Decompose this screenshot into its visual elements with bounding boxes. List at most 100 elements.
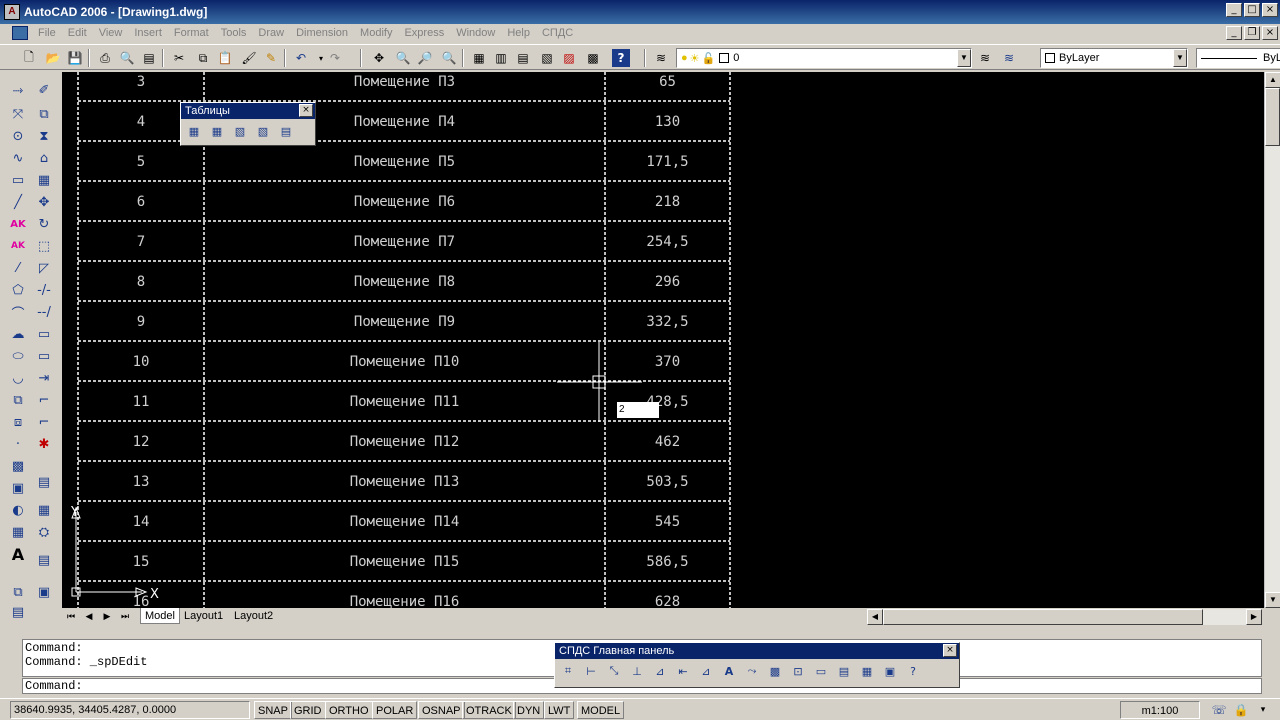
- hatch-icon[interactable]: ▩: [8, 456, 28, 476]
- table-cell-name[interactable]: Помещение П14: [350, 514, 460, 530]
- table-cell-name[interactable]: Помещение П3: [354, 74, 455, 90]
- table-cell-number[interactable]: 3: [137, 74, 145, 90]
- doc-minimize-button[interactable]: _: [1226, 26, 1242, 40]
- menu-window[interactable]: Window: [450, 27, 501, 39]
- make-block-icon[interactable]: ⧈: [8, 412, 28, 432]
- polyline-icon[interactable]: ⊙: [8, 126, 28, 146]
- print-preview-icon[interactable]: 🔍: [118, 49, 136, 67]
- table-cell-number[interactable]: 5: [137, 154, 145, 170]
- table-cell-value[interactable]: 218: [655, 194, 680, 210]
- table-cell-name[interactable]: Помещение П12: [350, 434, 460, 450]
- table-edit-icon[interactable]: ▦: [208, 122, 226, 140]
- spds-mark-icon[interactable]: ⛭: [34, 522, 54, 542]
- spds-toolbar-title[interactable]: СПДС Главная панель ×: [555, 643, 959, 659]
- table-cell-value[interactable]: 628: [655, 594, 680, 608]
- polar-toggle[interactable]: POLAR: [372, 701, 418, 719]
- table-icon[interactable]: ▦: [8, 522, 28, 542]
- calculator-icon[interactable]: ▩: [584, 49, 602, 67]
- drawing-area[interactable]: 3 Помещение П3 65 4 Помещение П4 130 5 Помещени…: [62, 72, 1264, 608]
- gradient-icon[interactable]: ▣: [8, 478, 28, 498]
- menu-edit[interactable]: Edit: [62, 27, 93, 39]
- rectangle-icon[interactable]: ▭: [8, 170, 28, 190]
- stamp-icon[interactable]: ▦: [858, 662, 876, 680]
- scroll-down-button[interactable]: ▼: [1265, 592, 1280, 608]
- status-menu-icon[interactable]: ▾: [1254, 701, 1272, 719]
- doc-restore-button[interactable]: ❐: [1244, 26, 1260, 40]
- break-line-icon[interactable]: ⤳: [743, 662, 761, 680]
- design-center-icon[interactable]: ▥: [492, 49, 510, 67]
- region-icon[interactable]: ◐: [8, 500, 28, 520]
- spds-tool-icon[interactable]: ▤: [34, 472, 54, 492]
- break-icon[interactable]: ▭: [34, 346, 54, 366]
- tab-layout1[interactable]: Layout1: [180, 608, 227, 624]
- axis-icon[interactable]: ⌗: [559, 662, 577, 680]
- menu-help[interactable]: Help: [501, 27, 536, 39]
- menu-modify[interactable]: Modify: [354, 27, 398, 39]
- dyn-toggle[interactable]: DYN: [513, 701, 545, 719]
- spds-table-icon[interactable]: ▦: [34, 500, 54, 520]
- open-file-icon[interactable]: 📂: [44, 49, 62, 67]
- join-icon[interactable]: ⇥: [34, 368, 54, 388]
- menu-draw[interactable]: Draw: [252, 27, 290, 39]
- construction-line-icon[interactable]: ⁄: [8, 258, 28, 278]
- ortho-toggle[interactable]: ORTHO: [325, 701, 373, 719]
- copy-icon[interactable]: ⧉: [194, 49, 212, 67]
- horizontal-scroll-thumb[interactable]: [883, 609, 1203, 625]
- sheet-set-icon[interactable]: ▧: [538, 49, 556, 67]
- last-tab-button[interactable]: ⏭: [118, 610, 132, 624]
- make-layer-current-icon[interactable]: ≋: [976, 49, 994, 67]
- zoom-window-icon[interactable]: 🔎: [416, 49, 434, 67]
- vertical-scroll-thumb[interactable]: [1265, 88, 1280, 146]
- markup-icon[interactable]: ▨: [560, 49, 578, 67]
- menu-insert[interactable]: Insert: [128, 27, 168, 39]
- drawing-canvas[interactable]: 3 Помещение П3 65 4 Помещение П4 130 5 Помещени…: [62, 72, 1264, 608]
- tab-model[interactable]: Model: [140, 608, 180, 624]
- table-cell-number[interactable]: 4: [137, 114, 145, 130]
- zoom-realtime-icon[interactable]: 🔍: [394, 49, 412, 67]
- ellipse-arc-icon[interactable]: ◡: [8, 368, 28, 388]
- rotate-icon[interactable]: ↻: [34, 214, 54, 234]
- spds-help-icon[interactable]: ?: [904, 662, 922, 680]
- properties-icon[interactable]: ▦: [470, 49, 488, 67]
- table-cell-value[interactable]: 462: [655, 434, 680, 450]
- undo-icon[interactable]: ↶: [292, 49, 310, 67]
- arc-icon[interactable]: ⌒: [8, 302, 28, 322]
- table-cell-value[interactable]: 503,5: [646, 474, 688, 490]
- table-cell-name[interactable]: Помещение П5: [354, 154, 455, 170]
- tables-toolbar-title[interactable]: Таблицы ×: [181, 103, 315, 119]
- table-cell-value[interactable]: 171,5: [646, 154, 688, 170]
- table-cell-number[interactable]: 16: [133, 594, 150, 608]
- line-icon[interactable]: ⤑: [8, 80, 28, 100]
- dimension-icon[interactable]: ⊢: [582, 662, 600, 680]
- point-icon[interactable]: ·: [8, 434, 28, 454]
- table-cell-number[interactable]: 14: [133, 514, 150, 530]
- wall-icon[interactable]: ▭: [812, 662, 830, 680]
- properties-panel-icon[interactable]: ▤: [8, 602, 28, 622]
- print-icon[interactable]: ⎙: [96, 49, 114, 67]
- spds-format-icon[interactable]: ▣: [34, 582, 54, 602]
- table-cell-number[interactable]: 13: [133, 474, 150, 490]
- slope-icon[interactable]: ⊿: [651, 662, 669, 680]
- offset-icon[interactable]: ⌂: [34, 148, 54, 168]
- table-cell-name[interactable]: Помещение П16: [350, 594, 460, 608]
- layer-manager-icon[interactable]: ≋: [652, 49, 670, 67]
- table-cell-number[interactable]: 12: [133, 434, 150, 450]
- ak-icon[interactable]: AK: [8, 214, 28, 234]
- tables-close-button[interactable]: ×: [299, 104, 313, 117]
- layers-icon[interactable]: ⧉: [8, 582, 28, 602]
- table-cell-number[interactable]: 15: [133, 554, 150, 570]
- paste-icon[interactable]: 📋: [216, 49, 234, 67]
- scroll-left-button[interactable]: ◀: [867, 609, 883, 625]
- table-cell-value[interactable]: 296: [655, 274, 680, 290]
- menu-express[interactable]: Express: [398, 27, 450, 39]
- communication-center-icon[interactable]: ☏: [1210, 701, 1228, 719]
- table-cell-value[interactable]: 370: [655, 354, 680, 370]
- table-cell-number[interactable]: 7: [137, 234, 145, 250]
- table-cell-number[interactable]: 8: [137, 274, 145, 290]
- erase-icon[interactable]: ✐: [34, 80, 54, 100]
- table-cell-name[interactable]: Помещение П8: [354, 274, 455, 290]
- document-icon[interactable]: [12, 26, 28, 40]
- insert-block-icon[interactable]: ⧉: [8, 390, 28, 410]
- ellipse-icon[interactable]: ⬭: [8, 346, 28, 366]
- mtext-icon[interactable]: A: [8, 544, 28, 564]
